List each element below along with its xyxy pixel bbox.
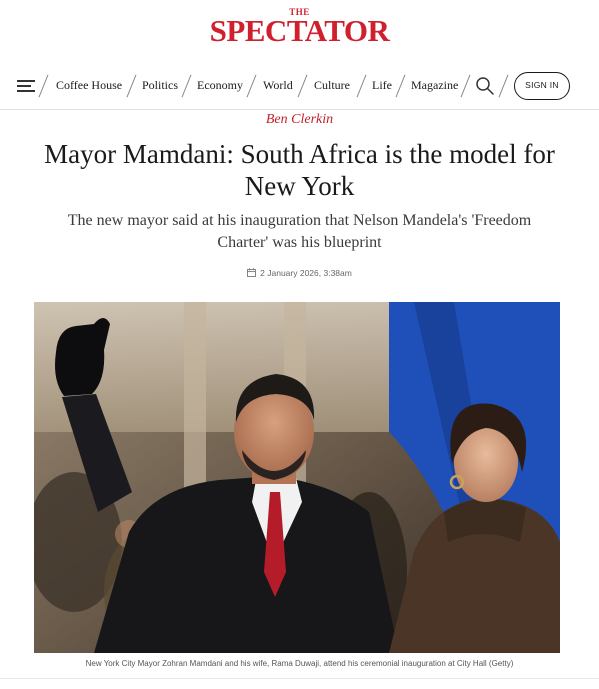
- nav-item-economy[interactable]: Economy: [197, 78, 243, 93]
- nav-item-coffee-house[interactable]: Coffee House: [56, 78, 122, 93]
- calendar-icon: [247, 268, 257, 277]
- photo-caption: New York City Mayor Zohran Mamdani and h…: [85, 659, 514, 668]
- publish-date-text: 2 January 2026, 3:38am: [260, 268, 352, 278]
- article-headline: Mayor Mamdani: South Africa is the model…: [44, 139, 555, 201]
- nav-divider: [38, 74, 49, 98]
- author-link[interactable]: Ben Clerkin: [0, 112, 599, 128]
- masthead-logo[interactable]: THE SPECTATOR: [0, 4, 599, 52]
- nav-divider: [498, 74, 509, 98]
- nav-divider: [460, 74, 471, 98]
- nav-divider: [246, 74, 257, 98]
- lead-photo: [34, 302, 560, 653]
- nav-item-magazine[interactable]: Magazine: [411, 78, 458, 93]
- article-standfirst: The new mayor said at his inauguration t…: [67, 212, 532, 251]
- nav-divider: [181, 74, 192, 98]
- nav-divider: [356, 74, 367, 98]
- main-navigation: Coffee House Politics Economy World Cult…: [0, 62, 599, 110]
- publish-date: 2 January 2026, 3:38am: [0, 268, 599, 278]
- nav-divider: [126, 74, 137, 98]
- nav-divider: [297, 74, 308, 98]
- nav-divider: [395, 74, 406, 98]
- nav-item-world[interactable]: World: [263, 78, 293, 93]
- nav-item-life[interactable]: Life: [372, 78, 392, 93]
- nav-item-politics[interactable]: Politics: [142, 78, 178, 93]
- hamburger-menu-icon[interactable]: [17, 79, 35, 93]
- logo-wordmark: SPECTATOR: [209, 13, 390, 48]
- divider: [0, 678, 599, 679]
- sign-in-button[interactable]: SIGN IN: [514, 72, 570, 100]
- search-icon[interactable]: [475, 76, 495, 96]
- nav-item-culture[interactable]: Culture: [314, 78, 350, 93]
